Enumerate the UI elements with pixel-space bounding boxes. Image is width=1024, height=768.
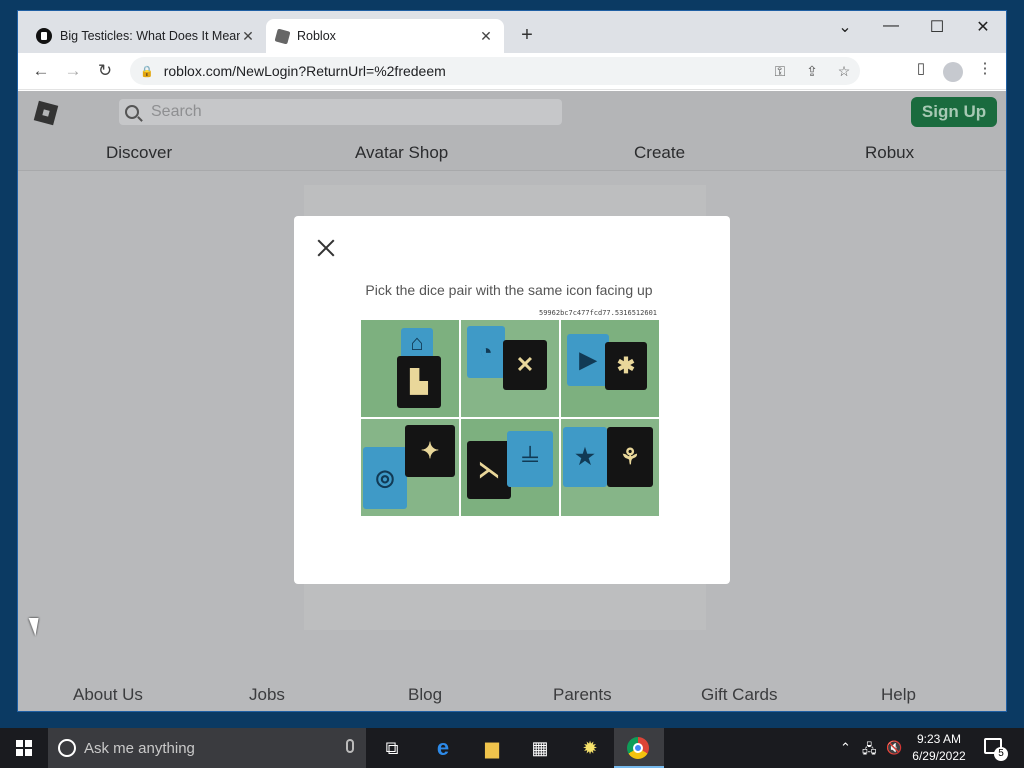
nav-create[interactable]: Create bbox=[634, 143, 685, 163]
chevron-down-icon[interactable]: ⌄ bbox=[825, 17, 865, 37]
window-close-icon[interactable]: ✕ bbox=[963, 17, 1003, 37]
dice-icon: ◔ bbox=[467, 326, 505, 378]
back-icon[interactable]: ← bbox=[30, 61, 52, 81]
volume-muted-icon[interactable]: 🔇 bbox=[886, 740, 902, 756]
nav-discover[interactable]: Discover bbox=[106, 143, 172, 163]
forward-icon[interactable]: → bbox=[62, 61, 84, 81]
windows-taskbar: Ask me anything ⧉ e ▆ ▦ ✹ ⌃ 🖧 🔇 9:23 AM … bbox=[0, 728, 1024, 768]
task-view-icon[interactable]: ⧉ bbox=[380, 736, 404, 760]
captcha-tile-6[interactable]: ★ ⚘ bbox=[561, 419, 659, 516]
notification-badge: 5 bbox=[994, 747, 1008, 761]
captcha-tile-5[interactable]: ⋋ ╧ bbox=[461, 419, 559, 516]
windows-start-icon[interactable] bbox=[16, 740, 32, 756]
dice-icon: ▶ bbox=[567, 334, 609, 386]
footer-blog[interactable]: Blog bbox=[408, 685, 442, 705]
dice-icon: ⌂ bbox=[401, 328, 433, 358]
captcha-tile-2[interactable]: ◔ ✕ bbox=[461, 320, 559, 417]
dice-icon: ⚘ bbox=[607, 427, 653, 487]
nav-avatar-shop[interactable]: Avatar Shop bbox=[355, 143, 448, 163]
close-icon[interactable]: ✕ bbox=[478, 28, 494, 45]
lock-icon: 🔒 bbox=[140, 65, 154, 78]
file-explorer-icon[interactable]: ▆ bbox=[480, 736, 504, 760]
captcha-grid: ⌂ ▙ ◔ ✕ ▶ ✱ ◎ ✦ ⋋ ╧ ★ ⚘ bbox=[361, 320, 659, 516]
key-icon[interactable]: ⚿ bbox=[764, 63, 796, 80]
minimize-icon[interactable]: — bbox=[871, 17, 911, 35]
clock-date: 6/29/2022 bbox=[912, 749, 966, 763]
dice-icon: ╧ bbox=[507, 431, 553, 487]
captcha-modal: Pick the dice pair with the same icon fa… bbox=[294, 216, 730, 584]
reload-icon[interactable]: ↻ bbox=[94, 61, 116, 81]
page-favicon-icon bbox=[36, 28, 52, 44]
captcha-tile-4[interactable]: ◎ ✦ bbox=[361, 419, 459, 516]
dice-icon: ⋋ bbox=[467, 441, 511, 499]
clock-time: 9:23 AM bbox=[916, 732, 962, 746]
address-bar[interactable]: 🔒 roblox.com/NewLogin?ReturnUrl=%2fredee… bbox=[130, 57, 860, 85]
signup-button[interactable]: Sign Up bbox=[911, 97, 997, 127]
taskbar-search-placeholder: Ask me anything bbox=[84, 739, 195, 757]
nav-robux[interactable]: Robux bbox=[865, 143, 914, 163]
cortana-icon bbox=[58, 739, 76, 757]
tips-icon[interactable]: ✹ bbox=[578, 736, 602, 760]
store-icon[interactable]: ▦ bbox=[528, 736, 552, 760]
dice-icon: ◎ bbox=[363, 447, 407, 509]
url-text: roblox.com/NewLogin?ReturnUrl=%2fredeem bbox=[163, 63, 446, 79]
roblox-header: Search Sign Up Discover Avatar Shop Crea… bbox=[18, 91, 1006, 171]
edge-icon[interactable]: e bbox=[431, 736, 455, 760]
dice-icon: ✱ bbox=[605, 342, 647, 390]
taskbar-search-input[interactable]: Ask me anything bbox=[48, 728, 366, 768]
search-placeholder: Search bbox=[151, 103, 202, 120]
tab-roblox[interactable]: Roblox ✕ bbox=[266, 19, 504, 53]
chrome-taskbar-button[interactable] bbox=[614, 728, 664, 768]
tab-title: Big Testicles: What Does It Mean bbox=[60, 29, 240, 43]
footer-about-us[interactable]: About Us bbox=[73, 685, 143, 705]
captcha-tile-3[interactable]: ▶ ✱ bbox=[561, 320, 659, 417]
dice-icon: ✦ bbox=[405, 425, 455, 477]
dice-icon: ▙ bbox=[397, 356, 441, 408]
network-icon[interactable]: 🖧 bbox=[862, 740, 877, 762]
close-icon[interactable]: ✕ bbox=[240, 28, 256, 45]
search-input[interactable]: Search bbox=[119, 99, 562, 125]
captcha-prompt: Pick the dice pair with the same icon fa… bbox=[365, 282, 653, 298]
search-icon bbox=[125, 105, 139, 119]
desktop-icons-strip bbox=[0, 0, 18, 712]
tab-bar: Big Testicles: What Does It Mean ✕ Roblo… bbox=[18, 11, 1006, 53]
browser-toolbar: ← → ↻ 🔒 roblox.com/NewLogin?ReturnUrl=%2… bbox=[18, 53, 1006, 90]
menu-icon[interactable]: ⋮ bbox=[972, 59, 998, 77]
microphone-icon[interactable] bbox=[346, 739, 354, 753]
dice-icon: ✕ bbox=[503, 340, 547, 390]
captcha-tile-1[interactable]: ⌂ ▙ bbox=[361, 320, 459, 417]
chevron-up-icon[interactable]: ⌃ bbox=[840, 740, 851, 756]
footer-parents[interactable]: Parents bbox=[553, 685, 612, 705]
roblox-logo-icon[interactable] bbox=[33, 100, 59, 126]
profile-avatar[interactable] bbox=[940, 59, 966, 83]
dice-icon: ★ bbox=[563, 427, 607, 487]
challenge-id: 59962bc7c477fcd77.5316512601 bbox=[539, 309, 658, 317]
star-icon[interactable]: ☆ bbox=[828, 63, 860, 80]
maximize-icon[interactable]: ☐ bbox=[917, 17, 957, 37]
footer-jobs[interactable]: Jobs bbox=[249, 685, 285, 705]
tab-article[interactable]: Big Testicles: What Does It Mean ✕ bbox=[26, 19, 266, 53]
tab-title: Roblox bbox=[297, 29, 336, 43]
roblox-favicon-icon bbox=[274, 28, 291, 44]
footer-help[interactable]: Help bbox=[881, 685, 916, 705]
chrome-icon bbox=[627, 737, 649, 759]
close-icon[interactable] bbox=[314, 236, 338, 260]
footer-gift-cards[interactable]: Gift Cards bbox=[701, 685, 778, 705]
share-icon[interactable]: ⇪ bbox=[796, 63, 828, 80]
system-clock[interactable]: 9:23 AM 6/29/2022 bbox=[904, 731, 974, 765]
side-panel-icon[interactable]: ▯ bbox=[908, 59, 934, 77]
new-tab-icon[interactable]: + bbox=[516, 24, 538, 47]
